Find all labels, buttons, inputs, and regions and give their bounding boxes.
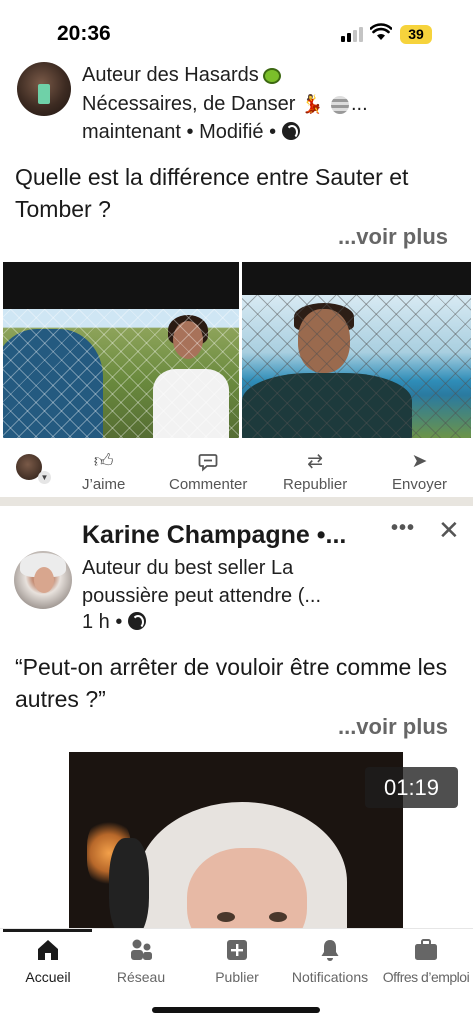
like-label: J’aime [82,476,126,493]
post2-headline-line2: poussière peut attendre (... [82,585,322,607]
nav-item-publish[interactable]: Publier [207,937,267,985]
dancer-icon: 💃 [301,94,324,115]
beetle-icon [262,67,281,84]
briefcase-icon [415,939,437,960]
repost-label: Republier [283,476,348,493]
post1-actions-bar: ▼ 👍︎ J’aime Commenter ⇄ Republier ➤ Envo… [0,448,473,496]
disco-ball-icon [330,95,349,114]
post1-author-line2-ellipsis: ... [350,93,368,115]
post1-author-line1-text: Auteur des Hasards [82,64,259,86]
thumbs-up-icon: 👍︎ [93,451,114,472]
post2-timestamp: 1 h • [82,611,146,634]
post2-video[interactable] [69,752,403,930]
send-button[interactable]: ➤ Envoyer [392,451,448,494]
post2-author-avatar[interactable] [14,551,72,609]
send-label: Envoyer [392,476,448,493]
globe-icon [281,122,300,140]
signal-icon [341,27,363,42]
nav-item-home[interactable]: Accueil [20,937,76,985]
post1-author-avatar[interactable] [17,62,71,116]
post1-timestamp: maintenant • Modifié • [82,121,300,144]
status-bar: 20:36 39 [0,0,473,60]
feed-divider [0,497,473,506]
network-icon [131,939,152,960]
send-icon: ➤ [411,451,428,472]
post1-author-line2-text: Nécessaires, de Danser [82,93,296,115]
more-options-icon[interactable]: ••• [391,517,415,540]
close-icon[interactable]: ✕ [438,515,460,546]
post2-timestamp-text: 1 h • [82,611,123,633]
nav-item-jobs[interactable]: Offres d’emploi [380,937,472,985]
globe-icon [127,612,146,630]
nav-label-network: Réseau [116,969,166,985]
bell-icon [321,940,339,961]
comment-icon [169,452,247,472]
chevron-down-icon[interactable]: ▼ [38,471,51,484]
post1-timestamp-text: maintenant • Modifié • [82,121,277,143]
comment-button[interactable]: Commenter [169,452,247,493]
nav-label-notifications: Notifications [291,969,369,985]
home-indicator [152,1007,320,1013]
post1-author-line1[interactable]: Auteur des Hasards [82,64,281,87]
post1-image-right[interactable] [242,262,471,438]
nav-item-network[interactable]: Réseau [113,937,169,985]
repost-icon: ⇄ [307,451,324,472]
post1-media[interactable] [3,262,471,438]
repost-button[interactable]: ⇄ Republier [283,451,348,494]
home-icon [38,940,58,960]
post1-image-left[interactable] [3,262,239,438]
post1-text: Quelle est la différence entre Sauter et… [15,164,409,222]
nav-item-notifications[interactable]: Notifications [287,937,373,985]
battery-indicator: 39 [400,25,432,44]
publish-icon [227,940,247,960]
active-tab-indicator [3,929,92,932]
post2-author-name[interactable]: Karine Champagne •... [82,521,346,550]
wifi-icon [370,23,392,40]
post2-text: “Peut-on arrêter de vouloir être comme l… [15,654,448,712]
post2-headline-line1: Auteur du best seller La [82,557,294,579]
post1-see-more[interactable]: ...voir plus [338,224,448,250]
post2-see-more[interactable]: ...voir plus [338,714,448,740]
video-duration-badge: 01:19 [365,767,458,808]
nav-label-jobs: Offres d’emploi [382,969,470,985]
nav-label-publish: Publier [215,969,259,985]
status-time: 20:36 [57,22,111,45]
nav-label-home: Accueil [25,969,71,985]
like-button[interactable]: 👍︎ J’aime [82,451,126,494]
comment-label: Commenter [169,476,248,493]
post1-author-line2: Nécessaires, de Danser 💃 ... [82,93,368,116]
